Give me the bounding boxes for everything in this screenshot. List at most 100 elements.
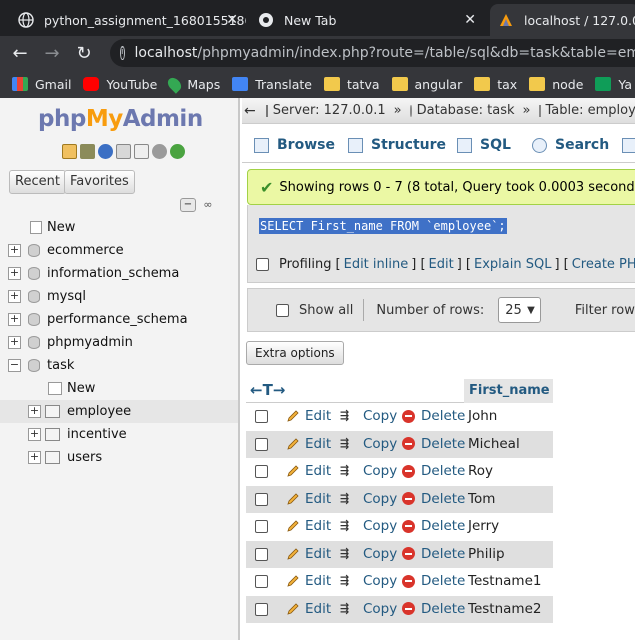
rows-select[interactable]: 25 ▼: [498, 297, 541, 323]
help-icon[interactable]: [98, 144, 113, 159]
tree-item-mysql[interactable]: + mysql: [0, 285, 238, 308]
copy-action[interactable]: ⇶ Copy: [340, 601, 397, 617]
bookmark-gmail[interactable]: Gmail: [12, 77, 71, 92]
forward-arrow-icon[interactable]: →: [36, 43, 68, 64]
edit-action[interactable]: Edit: [286, 546, 331, 562]
expand-icon[interactable]: +: [28, 405, 41, 418]
row-checkbox[interactable]: [255, 492, 268, 506]
reload-icon[interactable]: [170, 144, 185, 159]
settings-gear-icon[interactable]: [152, 144, 167, 159]
browser-tab-localhost[interactable]: localhost / 127.0.0.1: [490, 4, 635, 36]
bookmark-ya[interactable]: Ya: [595, 77, 632, 92]
tree-item-phpmyadmin[interactable]: + phpmyadmin: [0, 331, 238, 354]
edit-action[interactable]: Edit: [286, 436, 331, 452]
expand-icon[interactable]: +: [8, 267, 21, 280]
delete-action[interactable]: Delete: [402, 546, 465, 562]
copy-action[interactable]: ⇶ Copy: [340, 491, 397, 507]
delete-action[interactable]: Delete: [402, 573, 465, 589]
tab-browse[interactable]: Browse: [254, 129, 335, 161]
first-name-cell[interactable]: Testname1: [468, 573, 541, 589]
extra-options-button[interactable]: Extra options: [246, 341, 344, 365]
edit-action[interactable]: Edit: [286, 491, 331, 507]
tree-item-performance-schema[interactable]: + performance_schema: [0, 308, 238, 331]
first-name-cell[interactable]: John: [468, 408, 497, 424]
expand-icon[interactable]: +: [28, 428, 41, 441]
row-checkbox[interactable]: [255, 437, 268, 451]
row-checkbox[interactable]: [255, 575, 268, 588]
delete-action[interactable]: Delete: [402, 408, 465, 424]
reload-icon[interactable]: ↻: [68, 43, 100, 64]
copy-action[interactable]: ⇶ Copy: [340, 573, 397, 589]
edit-action[interactable]: Edit: [286, 463, 331, 479]
bookmark-tatva[interactable]: tatva: [323, 77, 380, 92]
delete-action[interactable]: Delete: [402, 436, 465, 452]
address-bar[interactable]: i localhost/phpmyadmin/index.php?route=/…: [110, 39, 635, 67]
console-icon[interactable]: [134, 144, 149, 159]
row-checkbox[interactable]: [255, 465, 268, 478]
back-icon[interactable]: ←: [244, 103, 256, 119]
profiling-checkbox[interactable]: [256, 258, 269, 271]
copy-action[interactable]: ⇶ Copy: [340, 436, 397, 452]
tab-sql[interactable]: SQL: [457, 129, 511, 161]
delete-action[interactable]: Delete: [402, 491, 465, 507]
edit-action[interactable]: Edit: [286, 601, 331, 617]
edit-action[interactable]: Edit: [286, 573, 331, 589]
collapse-icon[interactable]: −: [8, 359, 21, 372]
home-icon[interactable]: [62, 144, 77, 159]
breadcrumb-table[interactable]: Table: employee: [546, 103, 635, 118]
bookmark-translate[interactable]: Translate: [232, 77, 312, 92]
tree-item-information-schema[interactable]: + information_schema: [0, 262, 238, 285]
close-tab-icon[interactable]: ✕: [464, 12, 476, 28]
bookmark-node[interactable]: node: [529, 77, 583, 92]
tree-item-incentive[interactable]: + incentive: [0, 423, 238, 446]
tree-item-employee[interactable]: + employee: [0, 400, 238, 423]
edit-link[interactable]: Edit: [429, 257, 454, 272]
tree-item-task-new[interactable]: New: [0, 377, 238, 400]
row-checkbox[interactable]: [255, 520, 268, 533]
first-name-cell[interactable]: Testname2: [468, 601, 541, 617]
row-checkbox[interactable]: [255, 410, 268, 423]
first-name-cell[interactable]: Roy: [468, 463, 493, 479]
delete-action[interactable]: Delete: [402, 601, 465, 617]
copy-action[interactable]: ⇶ Copy: [340, 546, 397, 562]
copy-action[interactable]: ⇶ Copy: [340, 463, 397, 479]
link-icon[interactable]: ∞: [200, 198, 216, 212]
expand-icon[interactable]: +: [8, 313, 21, 326]
tab-search[interactable]: Search: [532, 129, 609, 161]
breadcrumb-database[interactable]: Database: task: [417, 103, 515, 118]
bookmark-angular[interactable]: angular: [391, 77, 462, 92]
browser-tab-python-assignment[interactable]: python_assignment_1680155186 ✕: [18, 4, 246, 36]
tree-item-new[interactable]: New: [0, 216, 238, 239]
edit-action[interactable]: Edit: [286, 518, 331, 534]
expand-icon[interactable]: +: [8, 244, 21, 257]
tree-item-users[interactable]: + users: [0, 446, 238, 469]
first-name-cell[interactable]: Tom: [468, 491, 495, 507]
delete-action[interactable]: Delete: [402, 518, 465, 534]
bookmark-youtube[interactable]: YouTube: [83, 77, 157, 92]
copy-action[interactable]: ⇶ Copy: [340, 408, 397, 424]
first-name-cell[interactable]: Micheal: [468, 436, 520, 452]
breadcrumb-server[interactable]: Server: 127.0.0.1: [273, 103, 386, 118]
bookmark-maps[interactable]: Maps: [165, 74, 220, 94]
expand-icon[interactable]: +: [8, 290, 21, 303]
docs-icon[interactable]: [116, 144, 131, 159]
row-checkbox[interactable]: [255, 547, 268, 561]
first-name-cell[interactable]: Philip: [468, 546, 505, 562]
logout-icon[interactable]: [80, 144, 95, 159]
tab-structure[interactable]: Structure: [348, 129, 446, 161]
tree-item-ecommerce[interactable]: + ecommerce: [0, 239, 238, 262]
explain-sql-link[interactable]: Explain SQL: [474, 257, 551, 272]
first-name-cell[interactable]: Jerry: [468, 518, 499, 534]
tab-insert[interactable]: [622, 129, 635, 161]
create-php-code-link[interactable]: Create PHP code: [572, 257, 635, 272]
edit-action[interactable]: Edit: [286, 408, 331, 424]
phpmyadmin-logo[interactable]: phpMyAdmin: [38, 106, 203, 132]
close-tab-icon[interactable]: ✕: [226, 12, 238, 28]
favorites-button[interactable]: Favorites: [64, 170, 135, 194]
column-resize-arrows-icon[interactable]: ←T→: [250, 381, 285, 399]
show-all-checkbox[interactable]: [276, 303, 289, 317]
back-arrow-icon[interactable]: ←: [4, 43, 36, 64]
column-header-first-name[interactable]: First_name: [464, 379, 553, 403]
expand-icon[interactable]: +: [28, 451, 41, 464]
expand-icon[interactable]: +: [8, 336, 21, 349]
